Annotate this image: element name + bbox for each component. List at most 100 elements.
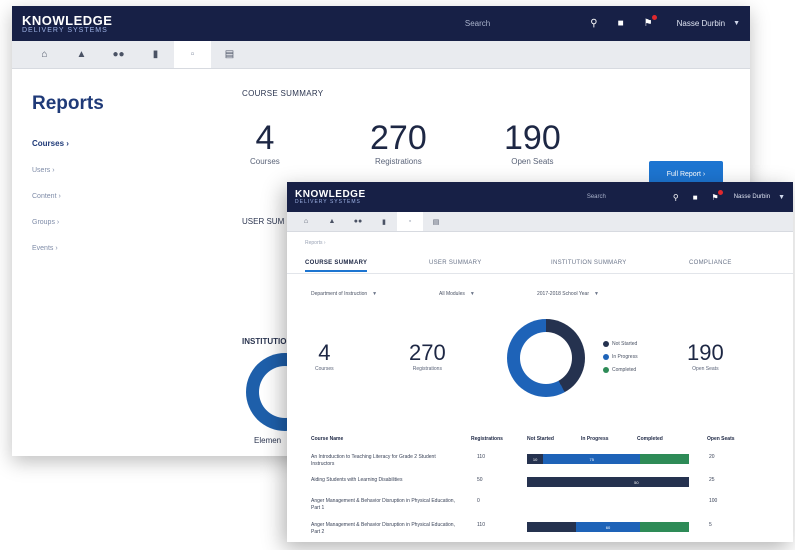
- filter-value: 2017-2018 School Year: [537, 291, 589, 297]
- stat-value: 4: [255, 119, 275, 157]
- status-bar-segment: 10: [527, 454, 544, 464]
- registrations-cell: 0: [477, 498, 480, 504]
- flag-icon[interactable]: ⚑: [712, 189, 723, 202]
- reports-icon[interactable]: ▫: [174, 41, 211, 68]
- course-status-donut-chart: [507, 319, 585, 397]
- filter-department[interactable]: Department of Instruction ▼: [311, 288, 377, 300]
- stat-courses: 4 Courses: [250, 121, 280, 166]
- home-icon[interactable]: ⌂: [26, 49, 63, 60]
- messages-icon[interactable]: ■: [618, 18, 624, 29]
- users-icon[interactable]: ●●: [100, 49, 137, 60]
- registrations-cell: 50: [477, 477, 483, 483]
- institution-summary-title: INSTITUTIO: [242, 337, 287, 346]
- brand-logo[interactable]: KNOWLEDGE DELIVERY SYSTEMS: [22, 14, 112, 34]
- filter-school-year[interactable]: 2017-2018 School Year ▼: [537, 288, 599, 300]
- settings-icon[interactable]: ▤: [211, 49, 248, 60]
- status-bar-segment: [640, 454, 689, 464]
- course-name-link[interactable]: Anger Management & Behavior Disruption i…: [311, 522, 459, 536]
- stat-value: 190: [504, 119, 561, 157]
- stat-label: Open Seats: [511, 157, 554, 166]
- course-name-link[interactable]: Anger Management & Behavior Disruption i…: [311, 498, 459, 512]
- legend-label: Completed: [612, 367, 637, 373]
- stat-label: Open Seats: [692, 366, 719, 372]
- search-icon[interactable]: ⚲: [590, 18, 597, 29]
- search-input[interactable]: Search: [465, 19, 490, 28]
- course-name-link[interactable]: An Introduction to Teaching Literacy for…: [311, 454, 459, 468]
- chevron-down-icon[interactable]: ▼: [778, 194, 785, 201]
- reports-sidebar: Reports Courses › Users › Content › Grou…: [12, 69, 212, 456]
- legend-not-started: Not Started: [603, 341, 637, 347]
- search-input[interactable]: Search: [587, 194, 606, 200]
- column-header-open-seats[interactable]: Open Seats: [707, 436, 735, 442]
- brand-logo[interactable]: KNOWLEDGE DELIVERY SYSTEMS: [295, 188, 366, 205]
- stat-value: 270: [370, 119, 427, 157]
- column-header-course[interactable]: Course Name: [311, 436, 343, 442]
- chevron-down-icon[interactable]: ▼: [733, 20, 740, 27]
- logo-line-1: KNOWLEDGE: [295, 188, 366, 200]
- stat-label: Courses: [315, 366, 334, 372]
- status-bar-segment: [527, 522, 576, 532]
- user-menu[interactable]: Nasse Durbin: [677, 19, 725, 28]
- logo-line-2: DELIVERY SYSTEMS: [295, 198, 361, 205]
- courses-icon[interactable]: ▲: [319, 218, 345, 225]
- tab-course-summary[interactable]: COURSE SUMMARY: [305, 260, 368, 272]
- filter-value: Department of Instruction: [311, 291, 368, 297]
- course-summary-title: COURSE SUMMARY: [242, 89, 324, 98]
- column-header-not-started[interactable]: Not Started: [527, 436, 554, 442]
- stat-label: Registrations: [412, 366, 442, 372]
- legend-swatch: [603, 367, 609, 373]
- flag-icon[interactable]: ⚑: [644, 15, 657, 29]
- messages-icon[interactable]: ■: [693, 193, 698, 202]
- chevron-down-icon: ▼: [594, 291, 599, 297]
- chevron-down-icon: ▼: [372, 291, 378, 297]
- filter-modules[interactable]: All Modules ▼: [439, 288, 475, 300]
- stat-value: 270: [409, 340, 446, 365]
- tab-user-summary[interactable]: USER SUMMARY: [429, 260, 482, 266]
- sidebar-item-groups[interactable]: Groups ›: [32, 219, 212, 226]
- marketing-screenshot: KNOWLEDGE DELIVERY SYSTEMS Search ⚲ ■ ⚑ …: [0, 0, 795, 550]
- legend-in-progress: In Progress: [603, 354, 638, 360]
- content-icon[interactable]: ▮: [137, 49, 174, 60]
- legend-label: Not Started: [612, 341, 638, 347]
- sidebar-item-users[interactable]: Users ›: [32, 167, 212, 174]
- legend-completed: Completed: [603, 367, 636, 373]
- logo-line-2: DELIVERY SYSTEMS: [22, 26, 108, 34]
- filter-value: All Modules: [439, 291, 465, 297]
- status-progress-bar: 60: [527, 522, 689, 532]
- legend-swatch: [603, 341, 609, 347]
- open-seats-cell: 25: [709, 477, 715, 483]
- summary-tabs: COURSE SUMMARY USER SUMMARY INSTITUTION …: [287, 258, 793, 274]
- settings-icon[interactable]: ▤: [423, 218, 449, 226]
- column-header-completed[interactable]: Completed: [637, 436, 663, 442]
- breadcrumb[interactable]: Reports ›: [305, 240, 326, 246]
- tab-compliance[interactable]: COMPLIANCE: [689, 260, 732, 266]
- home-icon[interactable]: ⌂: [293, 218, 319, 225]
- status-progress-bar: 10 75: [527, 454, 689, 464]
- users-icon[interactable]: ●●: [345, 218, 371, 225]
- stat-open-seats: 190 Open Seats: [687, 342, 724, 373]
- stat-courses: 4 Courses: [315, 340, 334, 373]
- page-title: Reports: [32, 93, 104, 114]
- notification-dot: [717, 189, 723, 195]
- stat-value: 4: [318, 340, 331, 365]
- course-name-link[interactable]: Aiding Students with Learning Disabiliti…: [311, 477, 459, 484]
- status-bar-segment: 60: [575, 522, 641, 532]
- top-navbar: KNOWLEDGE DELIVERY SYSTEMS Search ⚲ ■ ⚑ …: [287, 182, 793, 212]
- sidebar-item-content[interactable]: Content ›: [32, 193, 212, 200]
- front-app-window: KNOWLEDGE DELIVERY SYSTEMS Search ⚲ ■ ⚑ …: [287, 182, 793, 542]
- courses-icon[interactable]: ▲: [63, 49, 100, 60]
- sidebar-item-courses[interactable]: Courses ›: [32, 139, 212, 148]
- search-icon[interactable]: ⚲: [673, 193, 679, 202]
- legend-label: In Progress: [612, 354, 638, 360]
- column-header-in-progress[interactable]: In Progress: [581, 436, 609, 442]
- reports-icon[interactable]: ▫: [397, 212, 423, 231]
- legend-swatch: [603, 354, 609, 360]
- user-menu[interactable]: Nasse Durbin: [734, 194, 770, 200]
- stat-registrations: 270 Registrations: [409, 340, 446, 373]
- status-bar-segment: [640, 522, 689, 532]
- tab-institution-summary[interactable]: INSTITUTION SUMMARY: [551, 260, 627, 266]
- content-icon[interactable]: ▮: [371, 218, 397, 226]
- registrations-cell: 110: [477, 522, 485, 528]
- sidebar-item-events[interactable]: Events ›: [32, 245, 212, 252]
- column-header-registrations[interactable]: Registrations: [471, 436, 503, 442]
